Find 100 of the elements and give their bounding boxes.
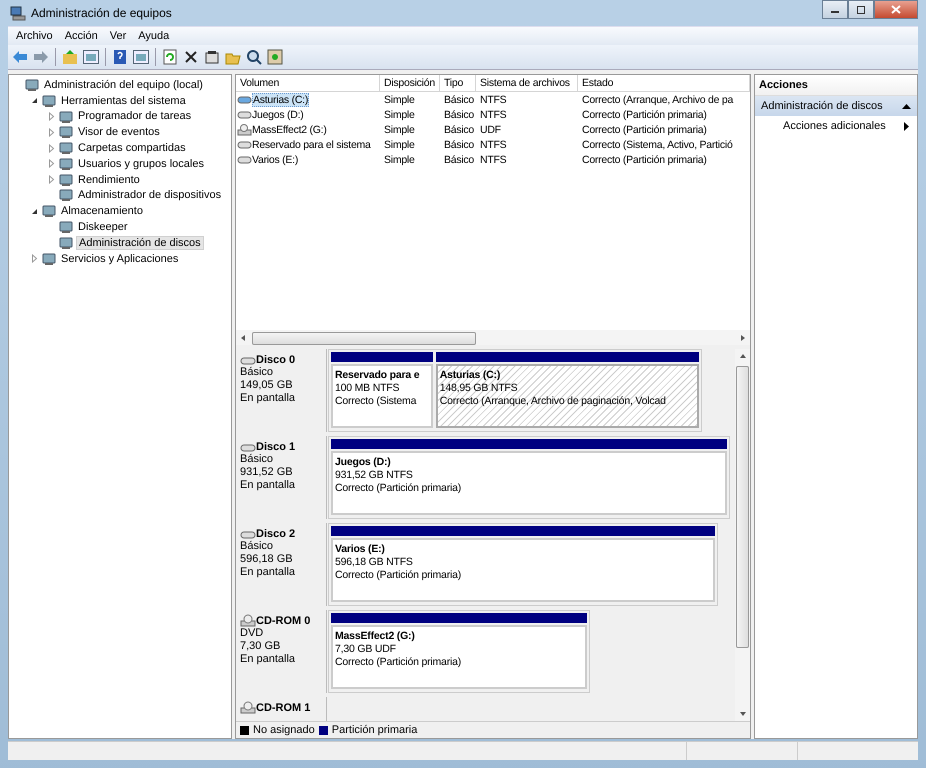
help-icon[interactable]: [111, 48, 129, 66]
action-link[interactable]: Acciones adicionales: [783, 120, 886, 132]
disk-info: DVD: [240, 627, 264, 640]
collapse-arrow-icon[interactable]: [902, 103, 911, 109]
tree-node-icon: [58, 140, 74, 156]
table-cell: Correcto (Arranque, Archivo de pa: [582, 94, 734, 106]
tree-item[interactable]: Administración de discos: [76, 236, 204, 250]
tree-node-icon: [41, 203, 57, 220]
scroll-right-icon[interactable]: [739, 334, 747, 342]
volume-name[interactable]: Varios (E:): [252, 154, 298, 166]
table-cell: NTFS: [480, 94, 506, 106]
tree-node-icon: [58, 124, 74, 140]
tree-item[interactable]: Visor de eventos: [76, 126, 162, 138]
up-folder-icon[interactable]: [61, 48, 79, 66]
scroll-down-icon[interactable]: [738, 710, 746, 718]
table-cell: Básico: [444, 138, 474, 150]
disk-info: En pantalla: [240, 479, 296, 492]
tree-item[interactable]: Servicios y Aplicaciones: [59, 252, 180, 265]
partition-status: Correcto (Arranque, Archivo de paginación, Volcad: [440, 395, 667, 408]
maximize-icon: [856, 6, 866, 14]
volume-name[interactable]: MassEffect2 (G:): [252, 124, 327, 136]
partition-name: Reservado para e: [335, 369, 420, 382]
actions-section[interactable]: Administración de discos: [755, 96, 917, 116]
partition-name: MassEffect2 (G:): [335, 630, 416, 643]
tree-item[interactable]: Almacenamiento: [59, 205, 145, 218]
legend-label: Partición primaria: [332, 724, 418, 736]
expand-arrow-icon[interactable]: [47, 175, 56, 184]
close-button[interactable]: [874, 0, 918, 19]
table-cell: Básico: [444, 154, 474, 166]
collapse-arrow-icon[interactable]: [30, 96, 39, 106]
cd-drive-icon: [240, 701, 256, 714]
tree-item[interactable]: Carpetas compartidas: [76, 142, 188, 154]
table-cell: Correcto (Sistema, Activo, Partició: [582, 138, 733, 150]
table-cell: Simple: [384, 108, 415, 120]
tree-item[interactable]: Administrador de dispositivos: [76, 189, 224, 202]
column-header[interactable]: Disposición: [380, 75, 440, 91]
find-icon[interactable]: [245, 48, 263, 66]
scroll-left-icon[interactable]: [239, 334, 247, 342]
tree-pane-icon[interactable]: [82, 48, 100, 66]
tree-item[interactable]: Herramientas del sistema: [59, 94, 188, 107]
settings-icon[interactable]: [266, 48, 284, 66]
disk-info: 596,18 GB: [240, 553, 294, 566]
submenu-arrow-icon: [904, 122, 909, 130]
tree-node-icon: [58, 234, 74, 251]
disk-info: En pantalla: [240, 653, 296, 666]
properties-icon[interactable]: [203, 48, 221, 66]
tree-node-icon: [58, 156, 74, 172]
forward-arrow-icon[interactable]: [32, 48, 50, 66]
volume-name[interactable]: Reservado para el sistema: [252, 138, 371, 150]
disk-name: CD-ROM 1: [256, 702, 310, 714]
tree-item[interactable]: Rendimiento: [76, 174, 142, 186]
menu-item[interactable]: Ayuda: [138, 30, 170, 42]
expand-arrow-icon[interactable]: [47, 159, 56, 168]
partition-size: 148,95 GB NTFS: [440, 382, 518, 395]
partition-status: Correcto (Partición primaria): [335, 482, 462, 495]
menu-item[interactable]: Archivo: [16, 30, 53, 42]
collapse-arrow-icon[interactable]: [30, 206, 39, 216]
scroll-up-icon[interactable]: [738, 352, 746, 360]
tree-item[interactable]: Diskeeper: [76, 221, 130, 234]
menu-item[interactable]: Ver: [110, 30, 126, 42]
action-pane-icon[interactable]: [132, 48, 150, 66]
column-header[interactable]: Tipo: [440, 75, 476, 91]
partition-size: 596,18 GB NTFS: [335, 556, 414, 569]
volume-name[interactable]: Juegos (D:): [252, 108, 304, 120]
partition-status: Correcto (Sistema: [335, 395, 418, 408]
menu-item[interactable]: Acción: [64, 30, 98, 42]
disk-info: 149,05 GB: [240, 379, 294, 392]
close-icon: [891, 5, 901, 14]
table-cell: Básico: [444, 108, 474, 120]
disk-info: En pantalla: [240, 392, 296, 405]
column-header[interactable]: Estado: [578, 75, 750, 91]
minimize-button[interactable]: [822, 0, 848, 19]
column-header[interactable]: Volumen: [236, 75, 380, 91]
expand-arrow-icon[interactable]: [30, 254, 39, 264]
disk-name: Disco 0: [256, 354, 296, 366]
table-cell: Básico: [444, 94, 474, 106]
disk-info: 931,52 GB: [240, 466, 294, 479]
disk-info: Básico: [240, 366, 274, 379]
tree-item[interactable]: Usuarios y grupos locales: [76, 158, 206, 170]
disk-info: Básico: [240, 453, 274, 466]
drive-icon: [237, 94, 252, 106]
expand-arrow-icon[interactable]: [47, 112, 56, 121]
volume-name[interactable]: Asturias (C:): [252, 92, 310, 106]
vertical-scrollbar[interactable]: [735, 349, 750, 721]
refresh-icon[interactable]: [161, 48, 179, 66]
partition-size: 931,52 GB NTFS: [335, 469, 414, 482]
expand-arrow-icon[interactable]: [47, 128, 56, 137]
maximize-button[interactable]: [848, 0, 874, 19]
disk-name: Disco 1: [256, 440, 296, 452]
drive-icon: [237, 108, 252, 120]
legend-label: No asignado: [253, 724, 315, 736]
tree-item[interactable]: Programador de tareas: [76, 110, 194, 122]
expand-arrow-icon[interactable]: [47, 144, 56, 153]
partition-name: Varios (E:): [335, 543, 386, 556]
computer-icon: [10, 5, 26, 21]
drive-icon: [237, 154, 252, 166]
column-header[interactable]: Sistema de archivos: [476, 75, 578, 91]
table-cell: NTFS: [480, 138, 506, 150]
horizontal-scrollbar[interactable]: [236, 330, 750, 345]
tree-item[interactable]: Administración del equipo (local): [42, 78, 205, 91]
